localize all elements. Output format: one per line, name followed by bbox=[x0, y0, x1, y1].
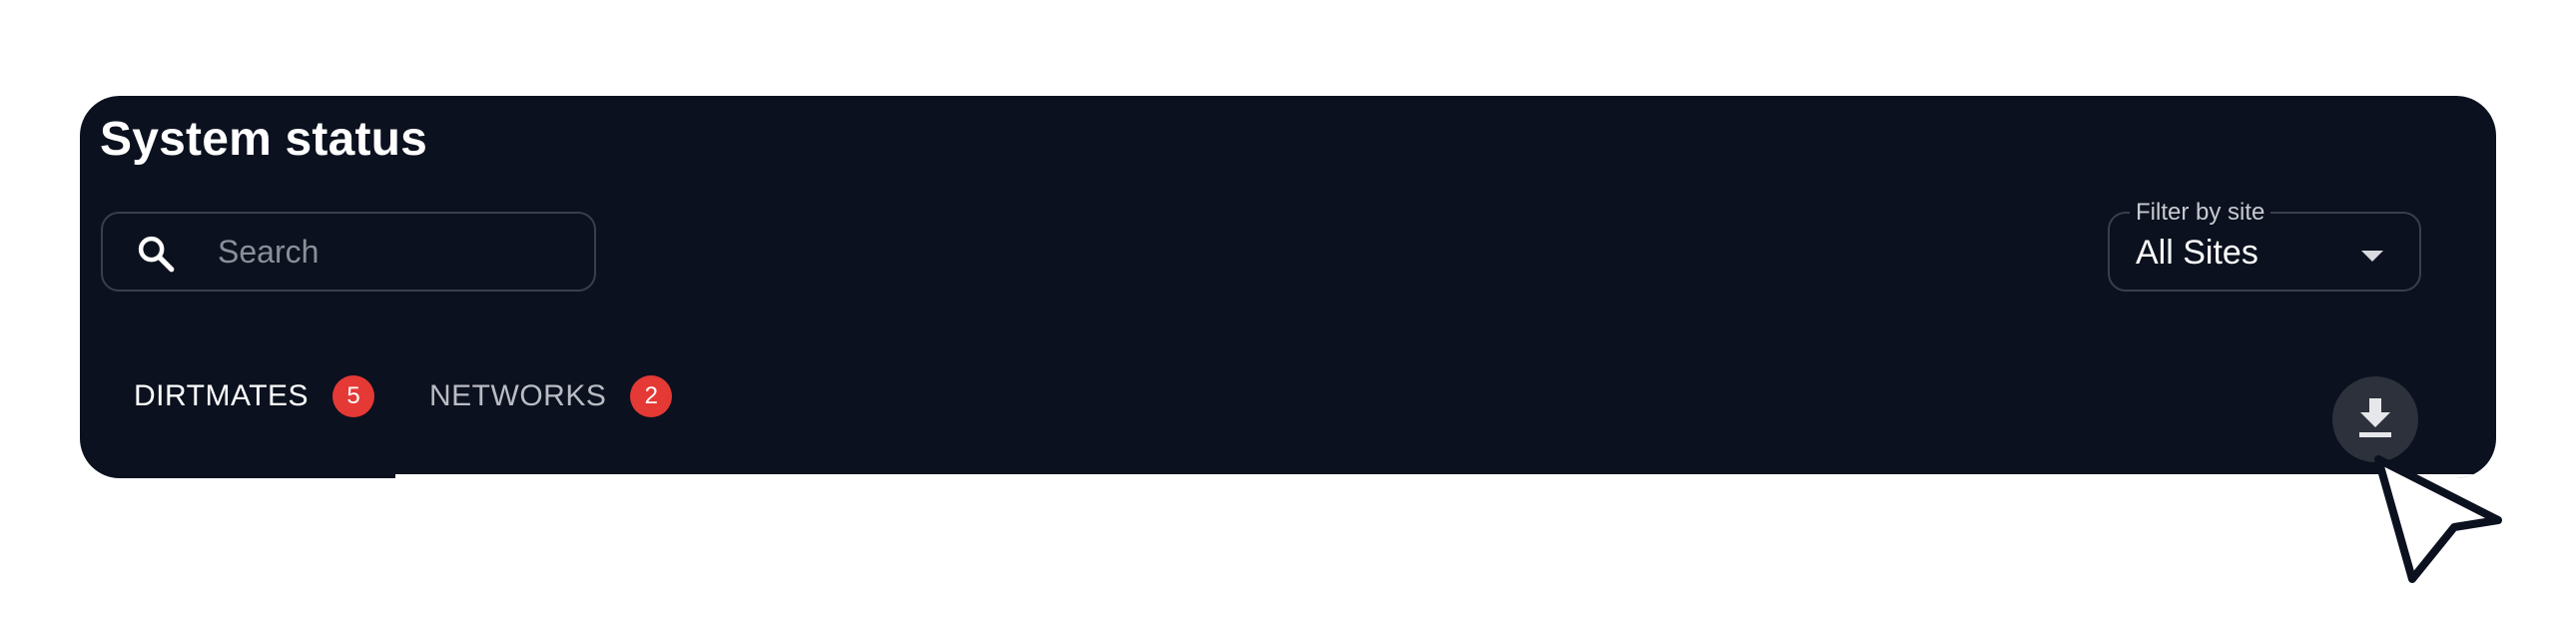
page-title: System status bbox=[100, 113, 428, 166]
tab-underline-gap bbox=[395, 474, 2496, 478]
count-badge: 5 bbox=[332, 375, 375, 417]
search-icon bbox=[138, 236, 175, 273]
tab-networks[interactable]: NETWORKS 2 bbox=[429, 371, 673, 421]
search-input[interactable]: Search bbox=[101, 212, 596, 292]
chevron-down-icon bbox=[2361, 251, 2383, 262]
tab-dirtmates[interactable]: DIRTMATES 5 bbox=[134, 371, 375, 421]
download-icon bbox=[2359, 398, 2391, 437]
site-filter-select[interactable]: Filter by site All Sites bbox=[2108, 200, 2421, 292]
system-status-panel: System status Search Filter by site All … bbox=[80, 96, 2496, 478]
search-placeholder: Search bbox=[218, 234, 320, 270]
mouse-cursor-icon bbox=[2374, 455, 2502, 583]
count-badge: 2 bbox=[630, 375, 673, 417]
filter-label: Filter by site bbox=[2130, 200, 2271, 226]
filter-value: All Sites bbox=[2136, 234, 2258, 272]
tab-label: DIRTMATES bbox=[134, 379, 310, 412]
tab-label: NETWORKS bbox=[429, 379, 607, 412]
